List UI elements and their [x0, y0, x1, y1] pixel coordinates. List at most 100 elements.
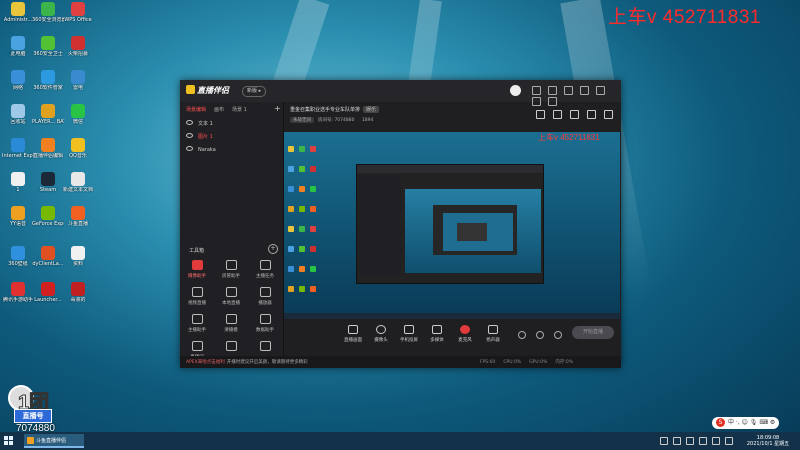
- notice[interactable]: APEX来啦点击福利 开播时建议开启美颜，敬请期待更多精彩: [186, 359, 308, 365]
- desktop-icon[interactable]: Administr...: [2, 2, 34, 23]
- toolbox-item[interactable]: 房管助手: [218, 260, 244, 279]
- toolbox-item[interactable]: 清播模: [218, 314, 244, 333]
- mini-desktop-icon: [299, 146, 305, 152]
- desktop-icon[interactable]: QQ音乐: [62, 138, 94, 159]
- eye-icon[interactable]: [536, 331, 544, 339]
- share-icon[interactable]: [536, 110, 545, 119]
- message-icon[interactable]: [532, 86, 541, 95]
- tool-label: 主播助手: [188, 328, 206, 333]
- screen-capture-button[interactable]: 直播画面: [342, 325, 364, 343]
- desktop-icon[interactable]: WPS Office: [62, 2, 94, 23]
- desktop-icon[interactable]: 资料: [62, 246, 94, 267]
- network-icon[interactable]: [673, 437, 681, 445]
- more-icon[interactable]: [604, 110, 613, 119]
- desktop-icon[interactable]: 360安全卫士: [32, 36, 64, 57]
- lock-icon[interactable]: [553, 110, 562, 119]
- desktop-icon[interactable]: 毒液的: [62, 282, 94, 303]
- add-scene-button[interactable]: +: [274, 104, 281, 113]
- desktop-icon[interactable]: 回收站: [2, 104, 34, 125]
- toolbox-item[interactable]: 主播助手: [184, 314, 210, 333]
- microphone-button[interactable]: 麦克风: [454, 325, 476, 343]
- tool-label: 房管助手: [222, 274, 240, 279]
- clock[interactable]: 18:09:08 2021/10/1 星期五: [740, 435, 796, 447]
- desktop-icon-label: 毒液的: [70, 297, 86, 303]
- tool-icon: [191, 314, 203, 324]
- go-live-button[interactable]: 开始直播: [572, 326, 614, 339]
- record-icon[interactable]: [518, 331, 526, 339]
- desktop-icon[interactable]: 此电脑: [2, 36, 34, 57]
- desktop-icon[interactable]: PLAYER... BATTLEGR...: [32, 104, 64, 125]
- ime-toolbar[interactable]: S中 ·, ☺ 🎙 ⌨ ⚙: [712, 417, 780, 429]
- toolbox-item[interactable]: [218, 341, 244, 354]
- maximize-icon[interactable]: [532, 97, 541, 106]
- desktop-icon[interactable]: 360安全浏览器: [32, 2, 64, 23]
- bell-icon[interactable]: [587, 110, 596, 119]
- desktop-icon[interactable]: Steam: [32, 172, 64, 193]
- shirt-icon[interactable]: [564, 86, 573, 95]
- desktop-icon[interactable]: GeForce Experience: [32, 206, 64, 227]
- notification-icon[interactable]: [725, 437, 733, 445]
- tab-scene-edit[interactable]: 场景编辑: [186, 107, 206, 113]
- taskbar-app[interactable]: 斗鱼直播伴侣: [24, 434, 84, 448]
- room-badge[interactable]: 娱乐: [363, 106, 380, 113]
- desktop-icon[interactable]: Internet Explorer: [2, 138, 34, 159]
- source-item[interactable]: 文本 1: [186, 120, 213, 127]
- nested-window: [356, 164, 544, 284]
- tool-icon: [191, 341, 203, 351]
- edit-icon[interactable]: [570, 110, 579, 119]
- language-icon[interactable]: [712, 437, 720, 445]
- chevron-up-icon[interactable]: [660, 437, 668, 445]
- mini-desktop-icon: [310, 206, 316, 212]
- toolbox-item[interactable]: 主播任务: [252, 260, 278, 279]
- toolbox-item[interactable]: 视频直播: [184, 287, 210, 306]
- app-icon: [41, 2, 55, 16]
- desktop-icon[interactable]: 雷电: [62, 70, 94, 91]
- toolbox-item[interactable]: 摄像助手: [184, 260, 210, 279]
- desktop-icon[interactable]: 网络: [2, 70, 34, 91]
- source-item[interactable]: 图片 1: [186, 133, 213, 140]
- volume-icon[interactable]: [686, 437, 694, 445]
- gear-icon[interactable]: [554, 331, 562, 339]
- desktop-icon[interactable]: 微信: [62, 104, 94, 125]
- desktop-icon[interactable]: 1: [2, 172, 34, 193]
- toolbox-item[interactable]: 本地直播: [218, 287, 244, 306]
- settings-icon[interactable]: [580, 86, 589, 95]
- phone-cast-button[interactable]: 手机投屏: [398, 325, 420, 343]
- battery-icon[interactable]: [699, 437, 707, 445]
- speaker-button[interactable]: 扬声器: [482, 325, 504, 343]
- close-icon[interactable]: [548, 97, 557, 106]
- toolbox-item[interactable]: 播放器: [252, 287, 278, 306]
- multimedia-button[interactable]: 多媒体: [426, 325, 448, 343]
- desktop-icon[interactable]: 360软件管家: [32, 70, 64, 91]
- tab-canvas[interactable]: 画布: [214, 107, 224, 113]
- toolbox-item[interactable]: 数据助手: [252, 314, 278, 333]
- eye-icon[interactable]: [186, 133, 193, 138]
- eye-icon[interactable]: [186, 146, 193, 151]
- toolbox-add-button[interactable]: +: [268, 244, 278, 254]
- eye-icon[interactable]: [186, 120, 193, 125]
- desktop-icon[interactable]: 火柴招募: [62, 36, 94, 57]
- toolbox-item[interactable]: [252, 341, 278, 354]
- stat: FPS:60: [480, 360, 496, 365]
- camera-button[interactable]: 摄像头: [370, 325, 392, 343]
- nested-preview: [405, 189, 541, 273]
- desktop-icon-label: 360壁纸: [8, 261, 28, 267]
- stream-preview[interactable]: 上车v 452711831: [284, 132, 620, 319]
- desktop-icon[interactable]: 斗鱼直播: [62, 206, 94, 227]
- sogou-icon: S: [716, 418, 725, 427]
- desktop-icon[interactable]: 360壁纸: [2, 246, 34, 267]
- plan-pill[interactable]: 新版 ▸: [242, 86, 267, 97]
- desktop-icon[interactable]: 腾讯手游助手: [2, 282, 34, 303]
- source-item[interactable]: Naraka: [186, 146, 216, 153]
- start-button[interactable]: [4, 436, 14, 446]
- user-avatar[interactable]: [510, 85, 521, 96]
- gift-icon[interactable]: [548, 86, 557, 95]
- minimize-icon[interactable]: [596, 86, 605, 95]
- desktop-icon[interactable]: 新建文本文档: [62, 172, 94, 193]
- category-chip[interactable]: 永劫无间: [290, 117, 314, 123]
- desktop-icon[interactable]: dyClientLa...: [32, 246, 64, 267]
- desktop-icon[interactable]: YY语音: [2, 206, 34, 227]
- desktop-icon[interactable]: Launcher...: [32, 282, 64, 303]
- desktop-icon[interactable]: 直播伴侣编辑: [32, 138, 64, 159]
- tab-scene-1[interactable]: 场景 1: [232, 107, 247, 113]
